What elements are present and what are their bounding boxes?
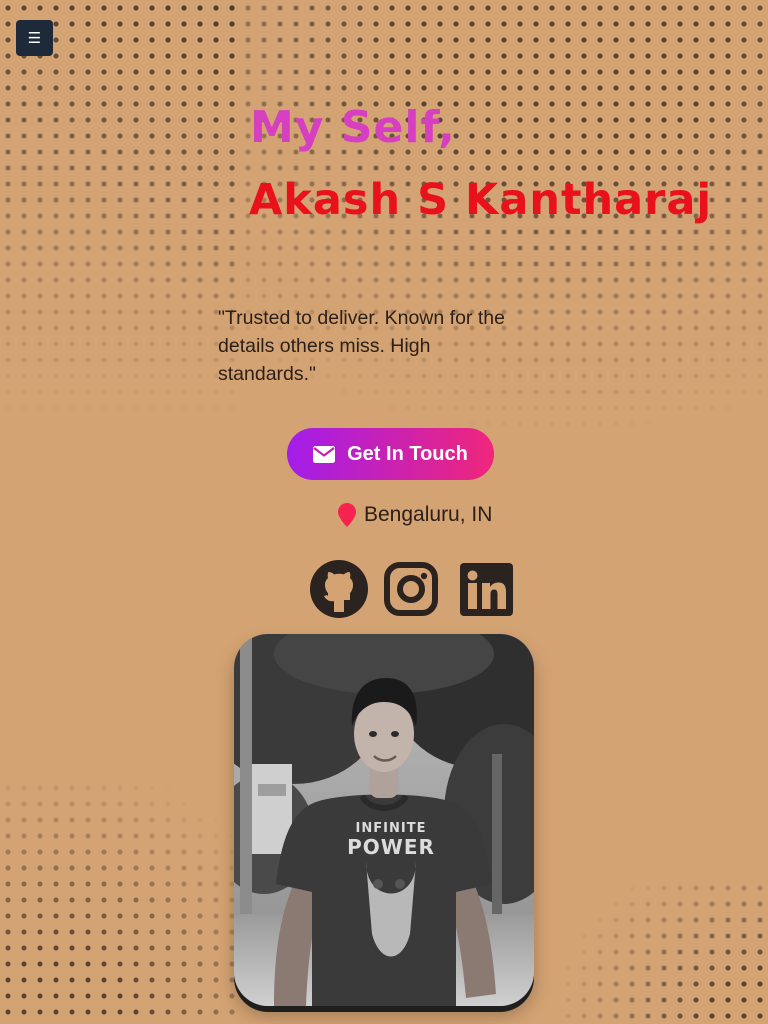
menu-toggle-button[interactable]: ☰ [16,20,53,56]
get-in-touch-button[interactable]: Get In Touch [287,428,494,480]
dot-pattern-bottom-right [560,880,768,1024]
github-icon [310,560,368,618]
linkedin-link[interactable] [460,560,514,618]
github-link[interactable] [310,560,368,618]
get-in-touch-label: Get In Touch [347,442,468,465]
hero-tagline: "Trusted to deliver. Known for the detai… [218,307,505,385]
hero-greeting: My Self, [250,102,456,153]
map-pin-icon [338,503,356,527]
envelope-icon [313,445,336,463]
linkedin-icon [460,563,513,616]
location: Bengaluru, IN [338,503,492,527]
dot-pattern-top-left [0,0,240,420]
hero-name: Akash S Kantharaj [249,175,713,225]
instagram-link[interactable] [384,560,438,618]
shirt-print-line1: INFINITE [356,821,427,836]
instagram-icon [384,562,438,616]
dot-pattern-bottom-left [0,780,240,1024]
shirt-print-line2: POWER [347,835,435,859]
location-text: Bengaluru, IN [364,503,493,526]
hamburger-menu-icon: ☰ [27,29,42,47]
profile-photo: INFINITE POWER [234,634,534,1006]
dot-pattern-top [0,0,768,470]
